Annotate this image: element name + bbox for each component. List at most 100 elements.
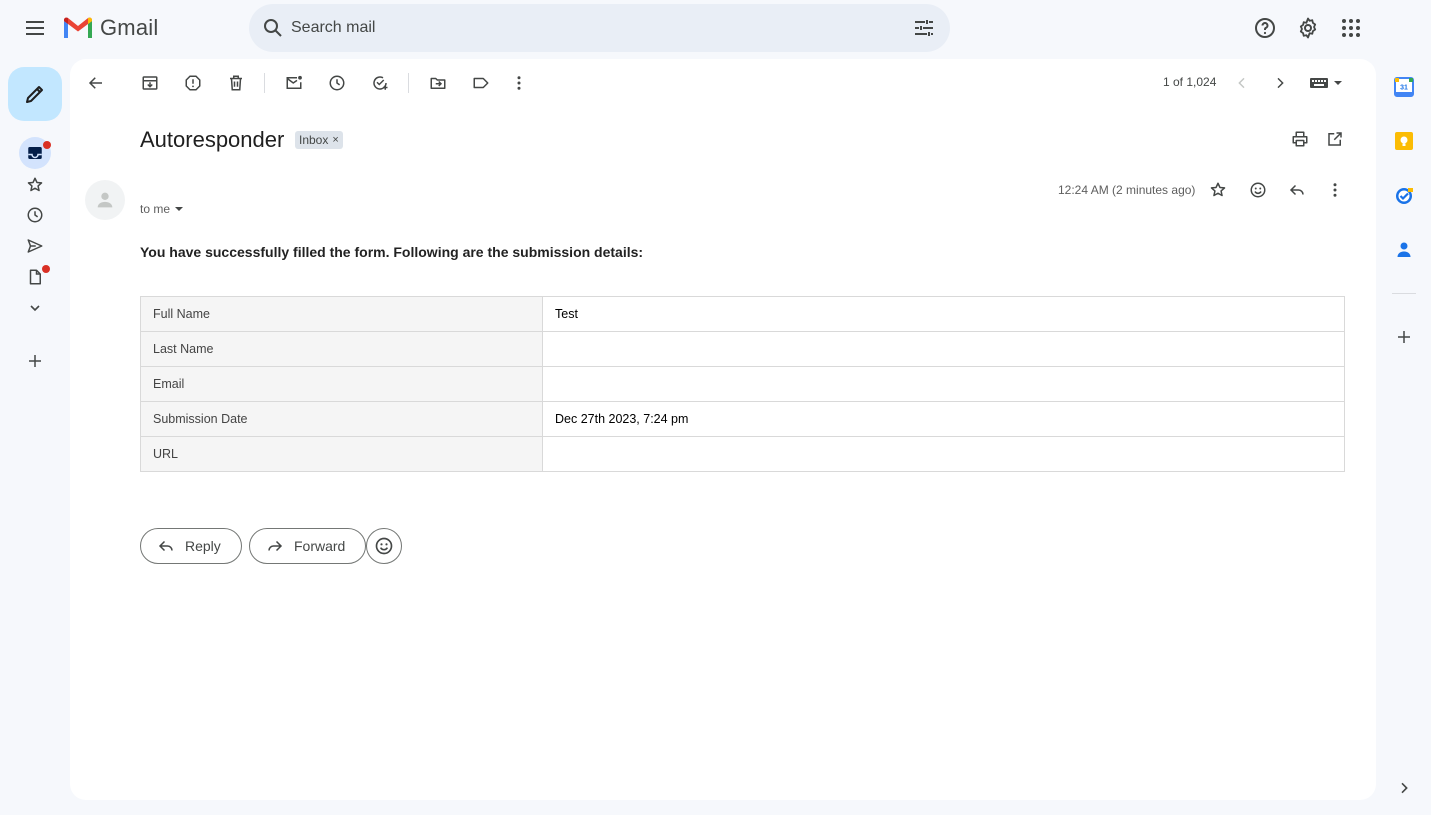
mark-unread-button[interactable] bbox=[278, 67, 310, 99]
field-value: Dec 27th 2023, 7:24 pm bbox=[542, 401, 1345, 437]
forward-label: Forward bbox=[294, 538, 346, 554]
side-panel-divider bbox=[1392, 293, 1416, 294]
print-icon bbox=[1292, 131, 1308, 147]
clock-icon bbox=[27, 207, 43, 223]
chevron-right-icon bbox=[1401, 782, 1408, 794]
keyboard-icon bbox=[1310, 78, 1342, 88]
search-icon[interactable] bbox=[261, 16, 285, 40]
newer-button[interactable] bbox=[1226, 67, 1258, 99]
keep-app-button[interactable] bbox=[1392, 129, 1416, 153]
table-row: Last Name bbox=[140, 331, 1345, 367]
snooze-button[interactable] bbox=[321, 67, 353, 99]
recipient-text: to me bbox=[140, 202, 171, 216]
field-label: Last Name bbox=[140, 331, 543, 367]
spam-icon bbox=[185, 75, 201, 91]
search-options-icon[interactable] bbox=[912, 16, 936, 40]
gmail-logo[interactable]: Gmail bbox=[62, 14, 158, 42]
tasks-icon bbox=[1396, 188, 1413, 204]
remove-label-icon[interactable]: × bbox=[332, 134, 338, 146]
back-button[interactable] bbox=[80, 67, 112, 99]
submission-details-table: Full Name Test Last Name Email Submissio… bbox=[140, 296, 1345, 472]
person-icon bbox=[97, 192, 113, 208]
table-row: URL bbox=[140, 436, 1345, 472]
inbox-label-chip[interactable]: Inbox × bbox=[295, 131, 343, 149]
nav-drafts[interactable] bbox=[19, 261, 51, 293]
contacts-icon bbox=[1397, 242, 1411, 257]
star-icon bbox=[1210, 182, 1226, 197]
show-side-panel-button[interactable] bbox=[1392, 776, 1416, 800]
apps-grid-icon bbox=[1342, 19, 1360, 37]
emoji-icon bbox=[1250, 182, 1266, 198]
pagination-text: 1 of 1,024 bbox=[1163, 75, 1217, 89]
star-icon bbox=[27, 177, 43, 192]
field-value bbox=[542, 331, 1345, 367]
nav-sent[interactable] bbox=[19, 230, 51, 262]
get-addons-button[interactable] bbox=[1392, 325, 1416, 349]
table-row: Submission Date Dec 27th 2023, 7:24 pm bbox=[140, 401, 1345, 437]
compose-button[interactable] bbox=[8, 67, 62, 121]
print-button[interactable] bbox=[1284, 123, 1316, 155]
reply-icon bbox=[158, 540, 173, 552]
mark-unread-icon bbox=[286, 75, 302, 89]
report-spam-button[interactable] bbox=[177, 67, 209, 99]
add-reaction-button[interactable] bbox=[1246, 178, 1270, 202]
field-value: Test bbox=[542, 296, 1345, 332]
calendar-app-button[interactable]: 31 bbox=[1392, 75, 1416, 99]
nav-more[interactable] bbox=[19, 292, 51, 324]
sender-avatar[interactable] bbox=[85, 180, 125, 220]
contacts-app-button[interactable] bbox=[1392, 238, 1416, 262]
more-vert-icon bbox=[1333, 183, 1337, 197]
reply-icon-button[interactable] bbox=[1285, 178, 1309, 202]
inbox-icon bbox=[28, 147, 42, 159]
add-to-tasks-button[interactable] bbox=[364, 67, 396, 99]
toolbar-divider bbox=[264, 73, 265, 93]
settings-button[interactable] bbox=[1288, 8, 1328, 48]
hamburger-icon bbox=[26, 21, 44, 35]
message-panel: 1 of 1,024 Autoresponder Inbox × to me 1… bbox=[70, 59, 1376, 800]
field-value bbox=[542, 366, 1345, 402]
recipient-details[interactable]: to me bbox=[140, 202, 184, 216]
apps-button[interactable] bbox=[1331, 8, 1371, 48]
label-name: Inbox bbox=[299, 133, 329, 147]
open-in-new-icon bbox=[1328, 132, 1342, 146]
support-button[interactable] bbox=[1245, 8, 1285, 48]
forward-button[interactable]: Forward bbox=[249, 528, 367, 564]
search-bar bbox=[249, 4, 950, 52]
calendar-icon: 31 bbox=[1394, 77, 1414, 97]
more-options-button[interactable] bbox=[503, 67, 535, 99]
labels-button[interactable] bbox=[465, 67, 497, 99]
emoji-reaction-button[interactable] bbox=[366, 528, 402, 564]
nav-inbox[interactable] bbox=[19, 137, 51, 169]
reply-label: Reply bbox=[185, 538, 221, 554]
nav-starred[interactable] bbox=[19, 169, 51, 201]
archive-button[interactable] bbox=[134, 67, 166, 99]
field-label: Full Name bbox=[140, 296, 543, 332]
pencil-icon bbox=[26, 86, 43, 103]
tasks-app-button[interactable] bbox=[1392, 184, 1416, 208]
reply-button[interactable]: Reply bbox=[140, 528, 242, 564]
star-button[interactable] bbox=[1206, 178, 1230, 202]
keep-icon bbox=[1395, 132, 1413, 150]
move-to-button[interactable] bbox=[422, 67, 454, 99]
message-body-heading: You have successfully filled the form. F… bbox=[140, 244, 644, 260]
input-tools-button[interactable] bbox=[1304, 67, 1348, 99]
main-menu-button[interactable] bbox=[15, 8, 55, 48]
open-new-window-button[interactable] bbox=[1319, 123, 1351, 155]
plus-icon bbox=[1398, 331, 1410, 343]
move-folder-icon bbox=[430, 77, 446, 89]
create-label-button[interactable] bbox=[19, 345, 51, 377]
table-row: Email bbox=[140, 366, 1345, 402]
calendar-day: 31 bbox=[1400, 85, 1408, 92]
search-input[interactable] bbox=[291, 12, 891, 44]
nav-snoozed[interactable] bbox=[19, 199, 51, 231]
gmail-m-icon bbox=[64, 17, 92, 38]
message-time: 12:24 AM (2 minutes ago) bbox=[1058, 183, 1196, 197]
delete-button[interactable] bbox=[220, 67, 252, 99]
add-task-icon bbox=[373, 76, 388, 90]
message-more-button[interactable] bbox=[1323, 178, 1347, 202]
field-label: URL bbox=[140, 436, 543, 472]
older-button[interactable] bbox=[1264, 67, 1296, 99]
app-name: Gmail bbox=[100, 15, 159, 40]
emoji-icon bbox=[375, 537, 393, 555]
gear-icon bbox=[1299, 17, 1317, 39]
